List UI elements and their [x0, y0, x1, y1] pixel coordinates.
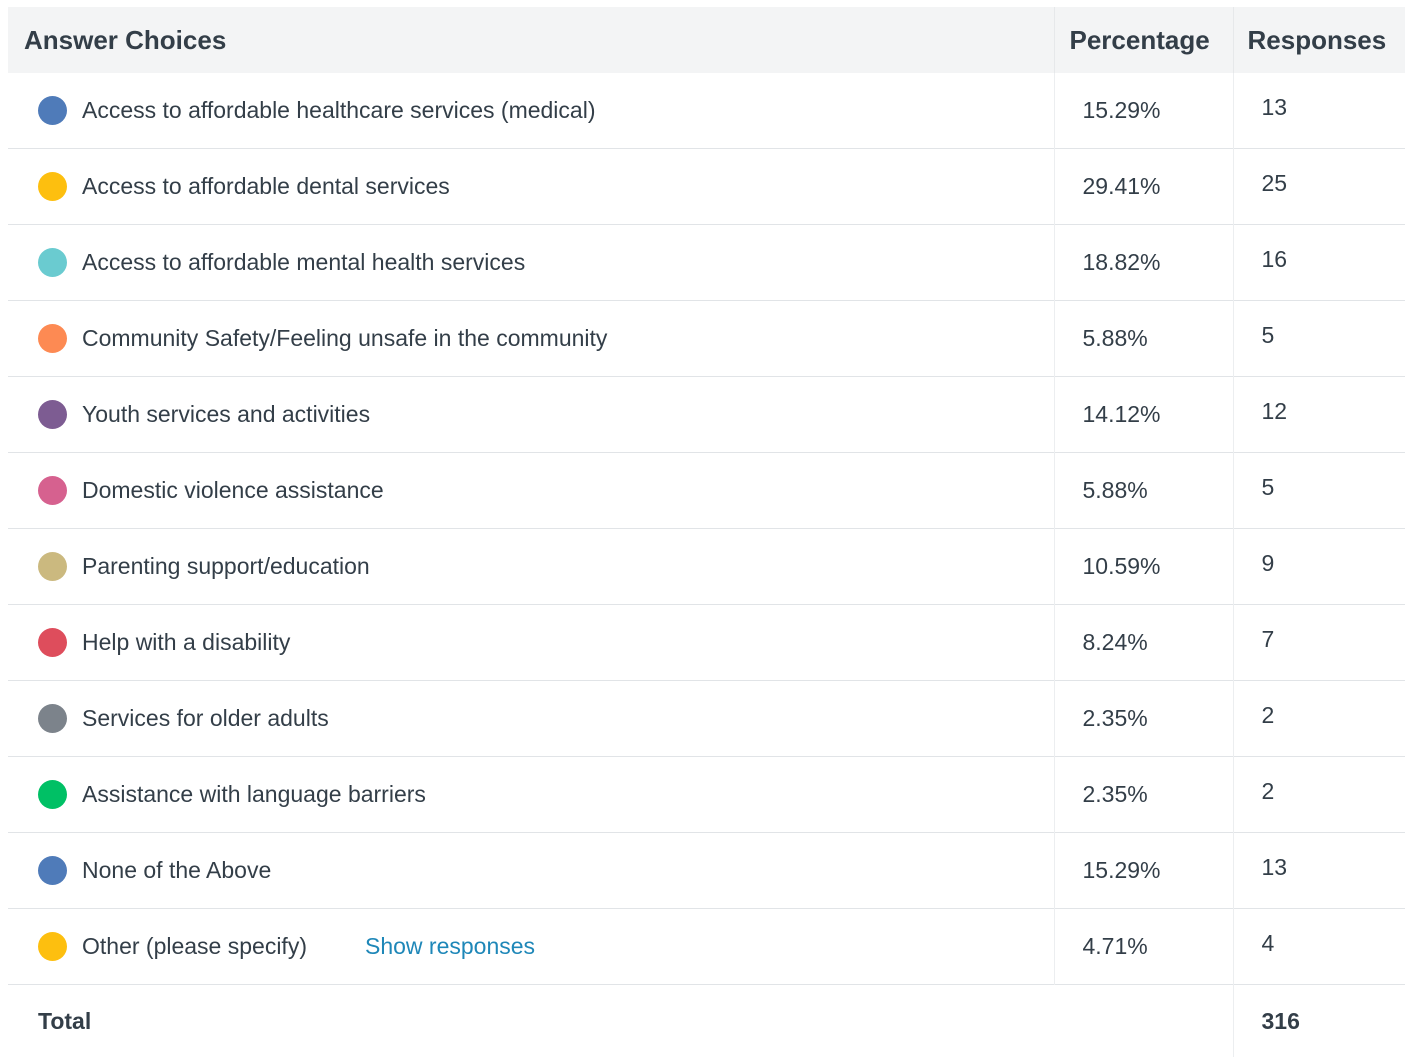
answer-choice-label: Community Safety/Feeling unsafe in the c…: [82, 325, 608, 351]
answer-choice-label: Help with a disability: [82, 629, 291, 655]
responses-value: 5: [1233, 297, 1405, 374]
answer-choice: Help with a disability: [8, 605, 1054, 680]
table-body: Access to affordable healthcare services…: [8, 73, 1405, 985]
responses-value: 9: [1233, 525, 1405, 602]
legend-color-dot-icon: [38, 172, 67, 201]
total-label: Total: [8, 984, 1054, 1057]
answer-choice-cell: None of the Above: [8, 832, 1055, 909]
show-responses-link[interactable]: Show responses: [365, 933, 535, 960]
answer-choice-label: Services for older adults: [82, 705, 329, 731]
legend-color-dot-icon: [38, 96, 67, 125]
table-row: Services for older adults 2.35% 2: [8, 677, 1405, 757]
table-row: Access to affordable healthcare services…: [8, 73, 1405, 149]
table-row: Other (please specify) Show responses 4.71…: [8, 905, 1405, 985]
legend-color-dot-icon: [38, 324, 67, 353]
answer-choice: Services for older adults: [8, 681, 1054, 756]
answer-choice-cell: Access to affordable healthcare services…: [8, 73, 1055, 149]
responses-value: 13: [1261, 94, 1288, 120]
percentage-value: 14.12%: [1054, 376, 1234, 453]
responses-header[interactable]: Responses: [1233, 7, 1405, 73]
answer-choice: None of the Above: [8, 833, 1054, 908]
answer-choice-label: None of the Above: [82, 857, 272, 883]
answer-choice-label: Access to affordable dental services: [82, 173, 450, 199]
percentage-value: 2.35%: [1054, 680, 1234, 757]
responses-value: 2: [1233, 753, 1405, 830]
percentage-value: 18.82%: [1054, 224, 1234, 301]
answer-choice: Community Safety/Feeling unsafe in the c…: [8, 301, 1054, 376]
answer-choice-cell: Domestic violence assistance: [8, 452, 1055, 529]
answer-choice-cell: Access to affordable dental services: [8, 148, 1055, 225]
percentage-value: 8.24%: [1054, 604, 1234, 681]
legend-color-dot-icon: [38, 476, 67, 505]
table-row: Access to affordable dental services 29.4…: [8, 145, 1405, 225]
percentage-value: 29.41%: [1054, 148, 1234, 225]
answer-choices-header[interactable]: Answer Choices: [8, 7, 1055, 73]
answer-choice-cell: Community Safety/Feeling unsafe in the c…: [8, 300, 1055, 377]
answer-choice-cell: Assistance with language barriers: [8, 756, 1055, 833]
answer-choice: Access to affordable mental health servi…: [8, 225, 1054, 300]
table-row: Parenting support/education 10.59% 9: [8, 525, 1405, 605]
answer-choices-table: Answer Choices Percentage Responses Acce…: [8, 7, 1405, 1057]
legend-color-dot-icon: [38, 628, 67, 657]
percentage-value: 2.35%: [1054, 756, 1234, 833]
percentage-value: 15.29%: [1054, 73, 1234, 149]
total-spacer: [1054, 984, 1233, 1057]
responses-value: 2: [1233, 677, 1405, 754]
percentage-value: 10.59%: [1054, 528, 1234, 605]
answer-choice-label: Domestic violence assistance: [82, 477, 384, 503]
responses-value: 25: [1233, 145, 1405, 222]
percentage-header[interactable]: Percentage: [1054, 7, 1234, 73]
table-row: Community Safety/Feeling unsafe in the c…: [8, 297, 1405, 377]
table-row: None of the Above 15.29% 13: [8, 829, 1405, 909]
legend-color-dot-icon: [38, 856, 67, 885]
answer-choice-label: Assistance with language barriers: [82, 781, 426, 807]
answer-choice: Youth services and activities: [8, 377, 1054, 452]
total-row: Total 316: [8, 984, 1405, 1057]
responses-value: 12: [1233, 373, 1405, 450]
percentage-value: 4.71%: [1054, 908, 1234, 985]
answer-choice-cell: Services for older adults: [8, 680, 1055, 757]
answer-choice: Other (please specify) Show responses: [8, 909, 1054, 984]
total-value: 316: [1232, 984, 1405, 1057]
table-header-row: Answer Choices Percentage Responses: [8, 7, 1405, 73]
percentage-value: 5.88%: [1054, 300, 1234, 377]
legend-color-dot-icon: [38, 932, 67, 961]
table-row: Help with a disability 8.24% 7: [8, 601, 1405, 681]
responses-value: 7: [1233, 601, 1405, 678]
answer-choice: Assistance with language barriers: [8, 757, 1054, 832]
legend-color-dot-icon: [38, 400, 67, 429]
legend-color-dot-icon: [38, 780, 67, 809]
answer-choice-cell: Other (please specify) Show responses: [8, 908, 1055, 985]
answer-choice-cell: Youth services and activities: [8, 376, 1055, 453]
answer-choice: Access to affordable healthcare services…: [8, 73, 1054, 148]
table-row: Youth services and activities 14.12% 12: [8, 373, 1405, 453]
responses-value: 13: [1233, 829, 1405, 906]
answer-choice-label: Other (please specify): [82, 933, 307, 959]
responses-value: 4: [1233, 905, 1405, 982]
legend-color-dot-icon: [38, 704, 67, 733]
answer-choice-cell: Parenting support/education: [8, 528, 1055, 605]
answer-choice-label: Parenting support/education: [82, 553, 370, 579]
answer-choice-label: Access to affordable mental health servi…: [82, 249, 526, 275]
legend-color-dot-icon: [38, 552, 67, 581]
legend-color-dot-icon: [38, 248, 67, 277]
responses-value: 5: [1233, 449, 1405, 526]
answer-choice-cell: Help with a disability: [8, 604, 1055, 681]
percentage-value: 5.88%: [1054, 452, 1234, 529]
answer-choice: Access to affordable dental services: [8, 149, 1054, 224]
table-row: Domestic violence assistance 5.88% 5: [8, 449, 1405, 529]
table-row: Assistance with language barriers 2.35% 2: [8, 753, 1405, 833]
responses-value: 16: [1233, 221, 1405, 298]
table-row: Access to affordable mental health servi…: [8, 221, 1405, 301]
percentage-value: 15.29%: [1054, 832, 1234, 909]
answer-choice: Parenting support/education: [8, 529, 1054, 604]
answer-choice: Domestic violence assistance: [8, 453, 1054, 528]
answer-choice-cell: Access to affordable mental health servi…: [8, 224, 1055, 301]
answer-choice-label: Youth services and activities: [82, 401, 371, 427]
answer-choice-label: Access to affordable healthcare services…: [82, 97, 596, 123]
